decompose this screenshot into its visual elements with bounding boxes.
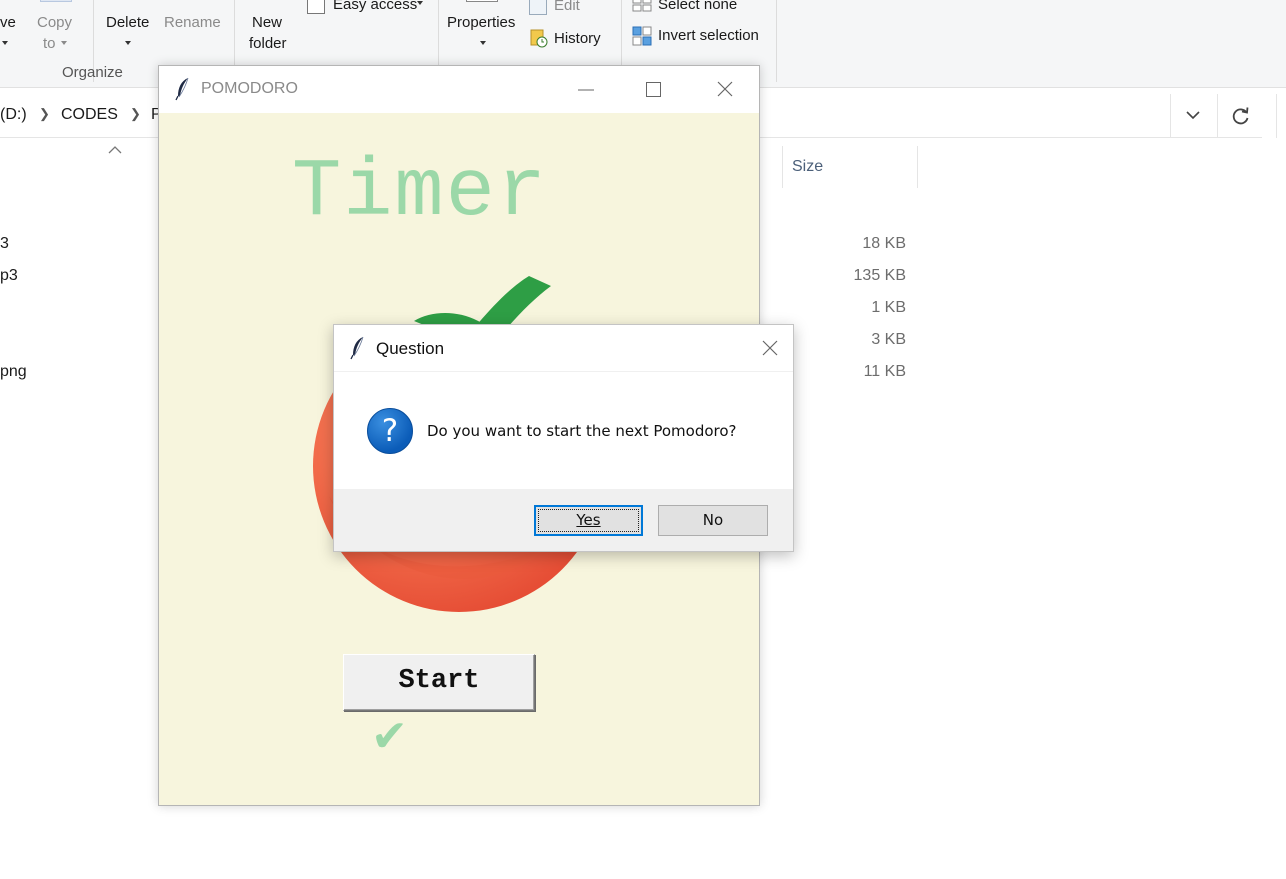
delete-button[interactable]: Delete	[106, 13, 149, 33]
minimize-button[interactable]	[562, 66, 608, 113]
pomodoro-window-title: POMODORO	[201, 80, 298, 97]
delete-dropdown-icon	[125, 41, 131, 45]
close-button[interactable]	[702, 66, 748, 113]
invert-selection-icon	[632, 26, 652, 46]
edit-button[interactable]: Edit	[554, 0, 580, 16]
file-size: 1 KB	[871, 299, 906, 316]
no-button[interactable]: No	[658, 505, 768, 536]
properties-dropdown-icon	[480, 41, 486, 45]
file-name: 3	[0, 235, 9, 252]
copy-to-dropdown-icon	[61, 41, 67, 45]
search-box[interactable]	[1276, 94, 1286, 138]
breadcrumb-codes[interactable]: CODES	[61, 106, 118, 124]
rename-button[interactable]: Rename	[164, 13, 221, 33]
minimize-icon	[578, 89, 594, 91]
pomodoro-titlebar[interactable]: POMODORO	[159, 66, 759, 113]
new-folder-label: New	[252, 14, 283, 31]
checkmark-tally: ✔	[371, 711, 408, 762]
rename-label: Rename	[164, 14, 221, 31]
tk-feather-icon	[350, 336, 364, 360]
move-to-button[interactable]: ve	[0, 13, 16, 33]
yes-button-label: Yes	[576, 511, 601, 529]
address-history-dropdown[interactable]	[1170, 94, 1216, 138]
properties-button[interactable]: Properties	[447, 13, 515, 33]
select-none-button[interactable]: Select none	[658, 0, 737, 15]
file-name: p3	[0, 267, 18, 284]
close-icon	[717, 81, 733, 97]
file-name: png	[0, 363, 27, 380]
copy-to-icon	[40, 0, 72, 2]
column-header-size-label: Size	[792, 158, 824, 175]
file-size: 18 KB	[862, 235, 906, 252]
organize-group-label: Organize	[62, 64, 123, 81]
delete-label: Delete	[106, 14, 150, 31]
edit-icon	[529, 0, 547, 15]
file-size: 3 KB	[871, 331, 906, 348]
breadcrumb-drive[interactable]: (D:)	[0, 106, 27, 124]
chevron-down-icon	[1186, 111, 1200, 120]
file-size: 135 KB	[853, 267, 906, 284]
question-dialog: Question ? Do you want to start the next…	[333, 324, 794, 552]
dialog-title: Question	[376, 339, 445, 358]
properties-icon	[466, 0, 498, 2]
history-button[interactable]: History	[554, 29, 601, 49]
refresh-icon	[1232, 107, 1249, 125]
refresh-button[interactable]	[1217, 94, 1263, 138]
close-icon	[762, 340, 778, 356]
sort-ascending-icon[interactable]	[108, 145, 122, 155]
invert-selection-button[interactable]: Invert selection	[658, 26, 759, 46]
ribbon-divider	[776, 0, 777, 82]
history-icon	[530, 28, 548, 48]
column-header-size[interactable]: Size	[782, 146, 918, 188]
select-none-icon	[632, 0, 652, 12]
easy-access-icon	[307, 0, 325, 14]
copy-to-label-2: to	[43, 35, 56, 52]
dialog-titlebar[interactable]: Question	[334, 325, 793, 372]
properties-label: Properties	[447, 14, 516, 31]
new-folder-label-2: folder	[249, 35, 287, 52]
copy-to-label: Copy	[37, 14, 73, 31]
tk-feather-icon	[175, 77, 189, 101]
timer-heading: Timer	[292, 146, 549, 239]
new-folder-button[interactable]: New	[252, 13, 282, 33]
dialog-message: Do you want to start the next Pomodoro?	[427, 422, 737, 440]
file-size: 11 KB	[863, 363, 906, 380]
breadcrumb-chevron-icon[interactable]: ❯	[130, 106, 141, 122]
easy-access-label: Easy access	[333, 0, 418, 13]
select-none-label: Select none	[658, 0, 738, 13]
invert-selection-label: Invert selection	[658, 27, 759, 44]
dialog-close-button[interactable]	[747, 325, 793, 372]
copy-to-button[interactable]: Copy	[37, 13, 72, 33]
no-button-label: No	[702, 511, 724, 529]
maximize-icon	[646, 82, 661, 97]
history-label: History	[554, 30, 601, 47]
move-to-label: ve	[0, 14, 16, 31]
move-to-dropdown-icon	[2, 41, 8, 45]
easy-access-dropdown-icon	[417, 1, 423, 5]
edit-label: Edit	[554, 0, 580, 14]
easy-access-button[interactable]: Easy access	[333, 0, 417, 15]
start-button[interactable]: Start	[343, 654, 535, 711]
yes-button[interactable]: Yes	[534, 505, 643, 536]
maximize-button[interactable]	[631, 66, 677, 113]
question-icon: ?	[367, 408, 413, 454]
breadcrumb-chevron-icon[interactable]: ❯	[39, 106, 50, 122]
